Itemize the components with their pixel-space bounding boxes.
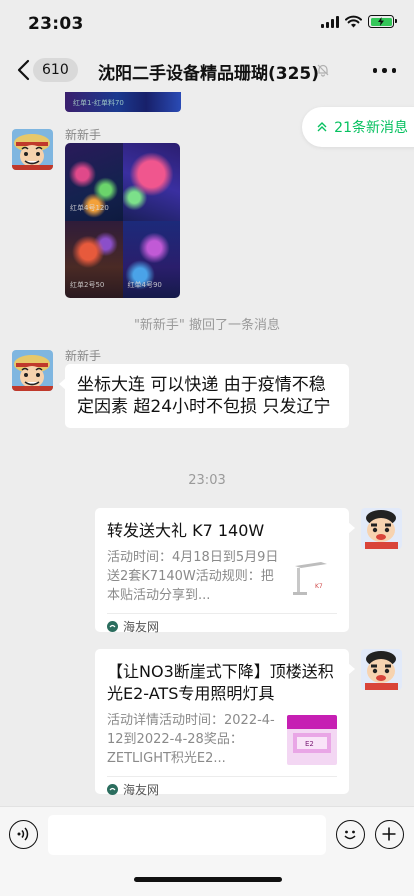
- link-card-desc: 活动详情活动时间：2022-4-12到2022-4-28奖品：ZETLIGHT积…: [107, 713, 275, 766]
- status-bar: 23:03: [0, 0, 414, 48]
- avatar-luffy[interactable]: [12, 129, 53, 170]
- unread-count-badge[interactable]: 610: [33, 58, 78, 82]
- emoji-icon[interactable]: [336, 820, 365, 849]
- avatar-luffy[interactable]: [12, 350, 53, 391]
- timestamp: 23:03: [188, 473, 226, 488]
- link-card-source: 海友网: [107, 776, 337, 802]
- wifi-icon: [345, 15, 362, 28]
- product-thumbnail: E2: [287, 715, 337, 765]
- image-caption: 红单4号90: [127, 281, 162, 289]
- input-bar: [0, 806, 414, 896]
- image-caption: 红单4号120: [70, 203, 109, 212]
- system-recall-notice: "新新手" 撤回了一条消息: [133, 318, 281, 333]
- avatar-shinchan[interactable]: [361, 508, 402, 549]
- text-message-bubble[interactable]: 坐标大连 可以快递 由于疫情不稳定因素 超24小时不包损 只发辽宁: [59, 364, 349, 428]
- status-time: 23:03: [28, 14, 84, 34]
- new-messages-pill[interactable]: 21条新消息: [302, 107, 414, 147]
- haiyou-logo-icon: [107, 784, 118, 795]
- image-message-coral[interactable]: 红单4号120 红单2号50 红单4号90: [65, 143, 180, 298]
- link-card-source-name: 海友网: [123, 620, 160, 634]
- image-message-partial[interactable]: 红单1-红单料70: [65, 92, 181, 112]
- image-caption: 红单1-红单料70: [73, 99, 124, 107]
- avatar-shinchan[interactable]: [361, 649, 402, 690]
- status-icons: [321, 15, 397, 28]
- message-list[interactable]: 红单1-红单料70 21条新消息 新新手 红单4号120 红单2号50 红单4号…: [0, 92, 414, 806]
- link-card[interactable]: 【让NO3断崖式下降】顶楼送积光E2-ATS专用照明灯具 活动详情活动时间：20…: [95, 649, 355, 797]
- cellular-signal-icon: [321, 15, 339, 28]
- home-indicator: [134, 877, 282, 882]
- message-input[interactable]: [48, 815, 326, 855]
- mute-bell-icon: [317, 64, 329, 77]
- link-card-desc: 活动时间：4月18日到5月9日送2套K7140W活动规则：把本贴活动分享到...: [107, 550, 279, 603]
- link-card-title: 转发送大礼 K7 140W: [107, 521, 265, 540]
- sender-name: 新新手: [65, 349, 102, 363]
- link-card[interactable]: 转发送大礼 K7 140W 活动时间：4月18日到5月9日送2套K7140W活动…: [95, 508, 355, 634]
- plus-icon[interactable]: [375, 820, 404, 849]
- image-caption: 红单2号50: [70, 281, 105, 289]
- double-up-chevron-icon: [317, 122, 327, 132]
- haiyou-logo-icon: [107, 621, 118, 632]
- battery-icon: [368, 15, 397, 28]
- svg-text:K7: K7: [315, 583, 323, 590]
- chat-navbar: 610 沈阳二手设备精品珊瑚(325): [0, 48, 414, 92]
- more-icon[interactable]: [372, 68, 396, 73]
- voice-icon[interactable]: [9, 820, 38, 849]
- sender-name: 新新手: [65, 128, 102, 142]
- svg-text:E2: E2: [305, 740, 314, 748]
- link-card-source: 海友网: [107, 613, 337, 639]
- link-card-title: 【让NO3断崖式下降】顶楼送积光E2-ATS专用照明灯具: [107, 662, 334, 703]
- light-fixture-thumbnail: K7: [287, 552, 337, 602]
- chat-title[interactable]: 沈阳二手设备精品珊瑚(325): [98, 59, 319, 84]
- link-card-source-name: 海友网: [123, 783, 160, 797]
- new-messages-label: 21条新消息: [334, 120, 408, 136]
